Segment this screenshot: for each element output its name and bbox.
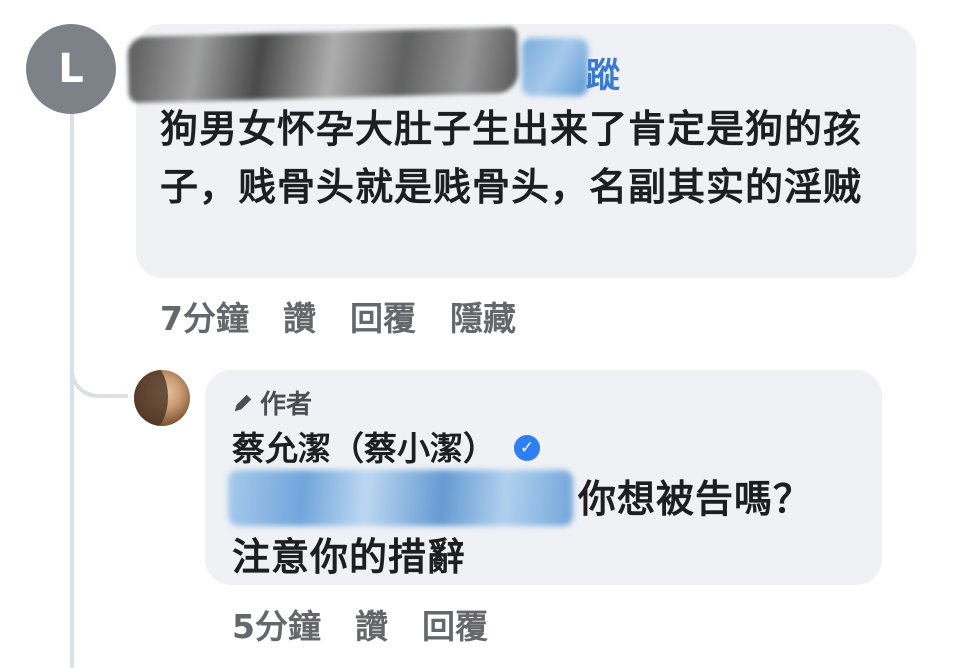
verified-badge-icon: ✓ — [514, 435, 540, 461]
avatar-letter: L — [58, 46, 84, 92]
pencil-icon — [234, 394, 252, 411]
reply-actions: 5分鐘 讚 回覆 — [232, 600, 488, 648]
commenter-name-suffix[interactable]: 蹤 — [586, 48, 620, 97]
redacted-commenter-name — [127, 26, 519, 104]
author-avatar[interactable] — [134, 370, 190, 426]
author-name[interactable]: 蔡允潔（蔡小潔） — [232, 422, 496, 470]
reply-reply-button[interactable]: 回覆 — [422, 600, 488, 648]
reply-text-line-2: 注意你的措辭 — [232, 535, 467, 579]
reply-like-button[interactable]: 讚 — [355, 600, 388, 648]
comment-actions: 7分鐘 讚 回覆 隱藏 — [160, 292, 516, 340]
redacted-mention — [522, 38, 588, 96]
like-button[interactable]: 讚 — [283, 292, 316, 340]
reply-text: 你想被告嗎？ 注意你的措辭 — [232, 470, 872, 586]
comment-timestamp[interactable]: 7分鐘 — [160, 292, 249, 340]
reply-button[interactable]: 回覆 — [350, 292, 416, 340]
avatar-hair-shape — [134, 370, 168, 426]
thread-line — [70, 108, 74, 668]
hide-button[interactable]: 隱藏 — [450, 292, 516, 340]
reply-text-line-1: 你想被告嗎？ — [578, 477, 813, 521]
reply-timestamp[interactable]: 5分鐘 — [232, 600, 321, 648]
commenter-avatar[interactable]: L — [26, 24, 116, 114]
reply-connector-line — [70, 330, 128, 398]
comment-text: 狗男女怀孕大肚子生出来了肯定是狗的孩子，贱骨头就是贱骨头，名副其实的淫贼 — [160, 107, 863, 209]
author-tag-label: 作者 — [260, 390, 313, 420]
author-name-row: 蔡允潔（蔡小潔） ✓ — [232, 422, 540, 470]
author-badge: 作者 — [232, 384, 312, 421]
